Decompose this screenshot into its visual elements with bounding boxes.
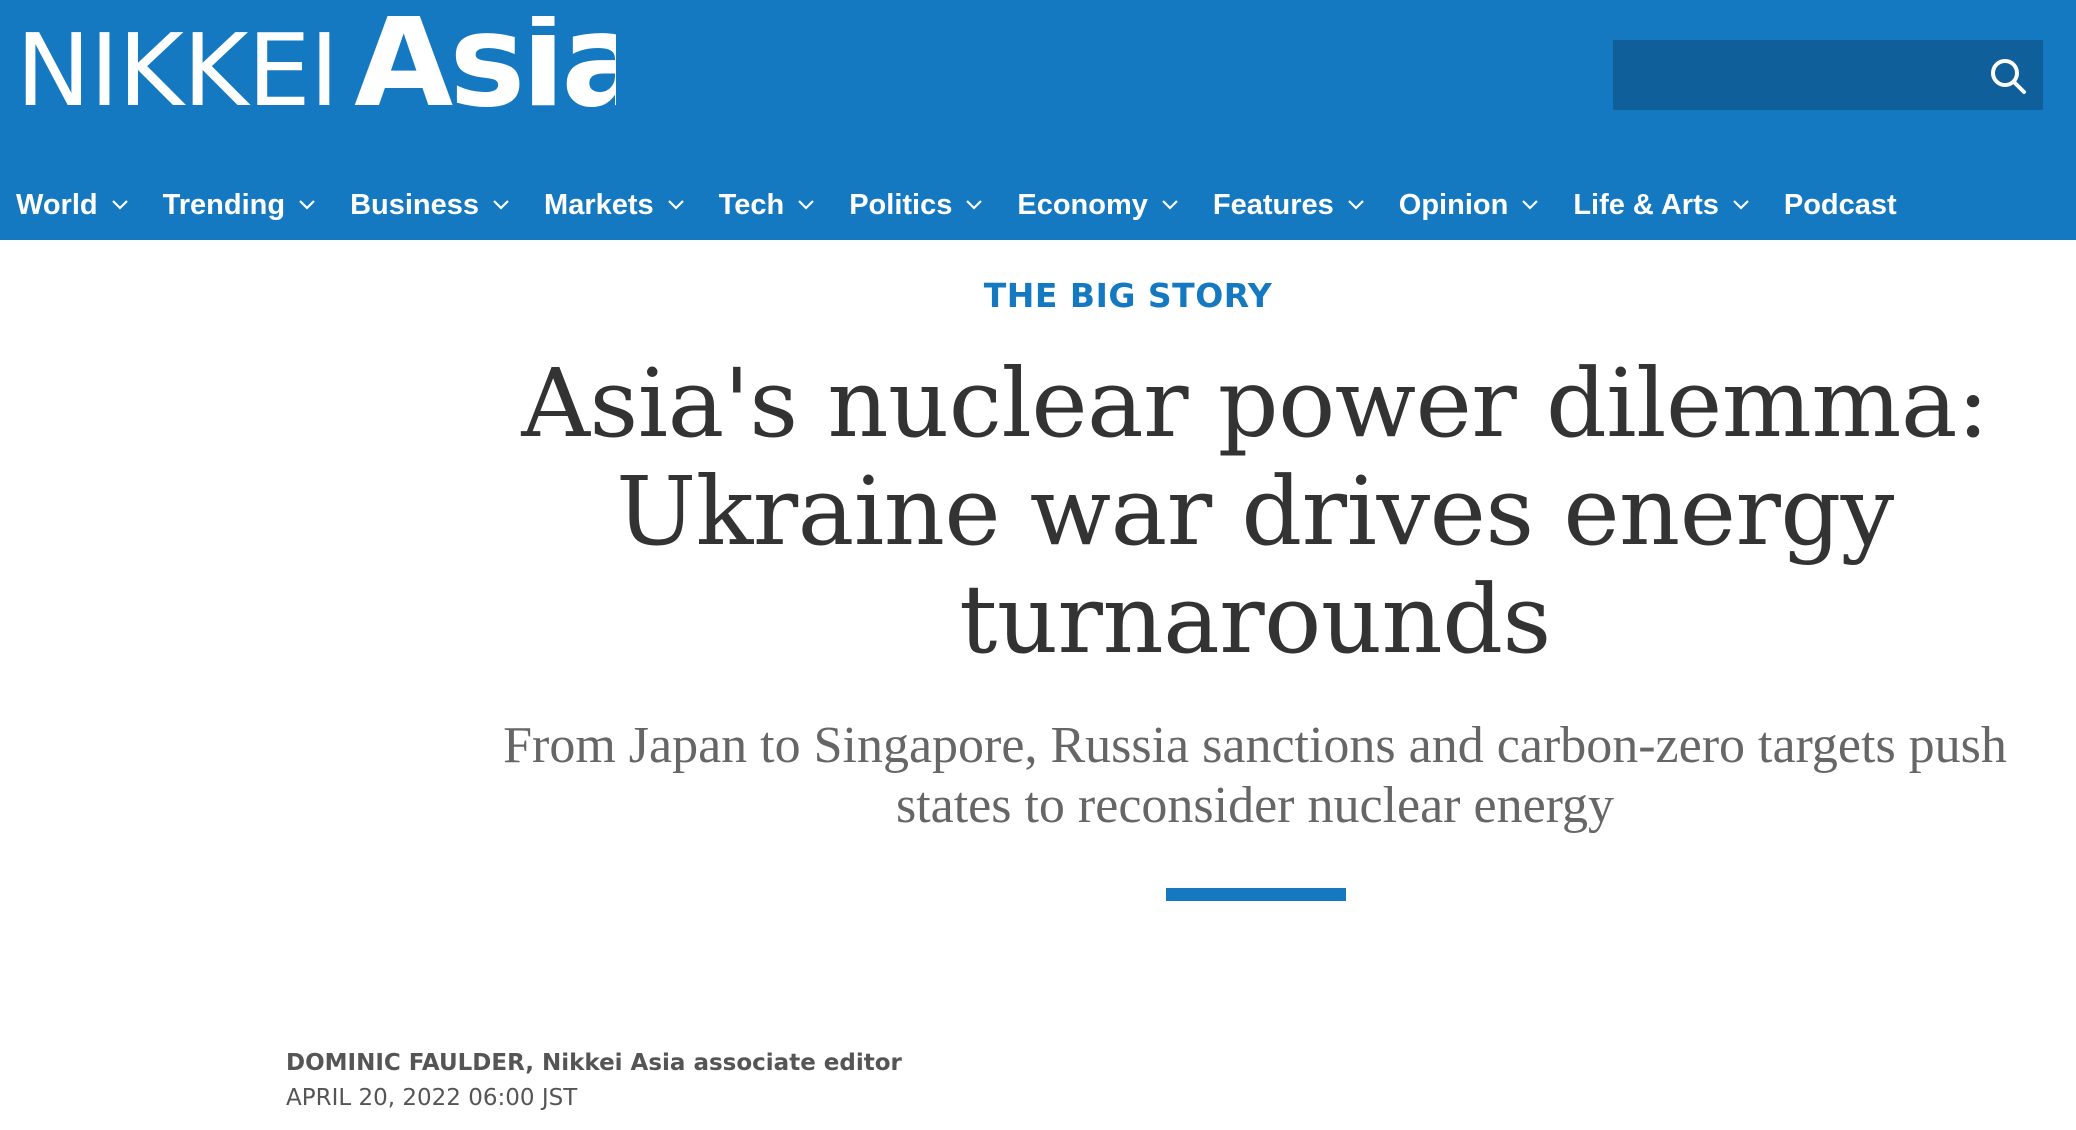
article-date: APRIL 20, 2022 06:00 JST [286, 1085, 578, 1111]
nav-item-label: Economy [1017, 188, 1148, 221]
nav-item-label: Features [1212, 188, 1334, 221]
nav-item-markets[interactable]: Markets [544, 189, 685, 222]
nav-item-world[interactable]: World [16, 189, 129, 222]
search-input[interactable] [1613, 40, 1973, 110]
nav-item-label: Opinion [1398, 188, 1509, 221]
chevron-down-icon [798, 200, 814, 210]
nav-item-opinion[interactable]: Opinion [1399, 189, 1540, 222]
nav-item-label: Business [350, 188, 480, 221]
headline-divider [1166, 888, 1346, 901]
story-kicker[interactable]: THE BIG STORY [0, 276, 2076, 315]
nav-item-label: Podcast [1783, 188, 1897, 221]
chevron-down-icon [1733, 200, 1749, 210]
nikkei-asia-logo[interactable]: NIKKEI Asia [16, 16, 616, 134]
chevron-down-icon [1522, 200, 1539, 210]
article-subheadline: From Japan to Singapore, Russia sanction… [503, 717, 2007, 834]
nav-item-life-arts[interactable]: Life & Arts [1573, 189, 1750, 222]
article-headline: Asia's nuclear power dilemma: Ukraine wa… [521, 349, 1989, 675]
chevron-down-icon [299, 200, 315, 210]
nav-item-label: Tech [718, 188, 785, 221]
nav-item-label: Trending [162, 188, 286, 221]
nav-item-features[interactable]: Features [1213, 189, 1365, 222]
chevron-down-icon [493, 200, 509, 210]
chevron-down-icon [111, 200, 128, 210]
search-box [1613, 40, 2043, 110]
nav-item-label: Markets [544, 188, 654, 221]
logo-asia-text: Asia [354, 16, 616, 134]
nav-item-economy[interactable]: Economy [1017, 189, 1179, 222]
nav-item-podcast[interactable]: Podcast [1784, 189, 1897, 222]
nav-item-label: World [16, 188, 98, 221]
nav-item-business[interactable]: Business [350, 189, 510, 222]
chevron-down-icon [667, 200, 684, 210]
nav-item-tech[interactable]: Tech [719, 189, 816, 222]
nav-item-label: Life & Arts [1573, 188, 1719, 221]
chevron-down-icon [1162, 200, 1178, 210]
article-byline: DOMINIC FAULDER, Nikkei Asia associate e… [286, 1050, 902, 1076]
main-navigation: World Trending Business Markets Tech Politics… [0, 170, 2076, 240]
nav-item-label: Politics [849, 188, 953, 221]
search-icon[interactable] [1989, 57, 2027, 95]
chevron-down-icon [1348, 200, 1364, 210]
logo-nikkei-text: NIKKEI [16, 16, 339, 129]
masthead: NIKKEI Asia [0, 0, 2076, 170]
nav-item-trending[interactable]: Trending [163, 189, 316, 222]
chevron-down-icon [966, 200, 983, 210]
nav-item-politics[interactable]: Politics [849, 189, 983, 222]
